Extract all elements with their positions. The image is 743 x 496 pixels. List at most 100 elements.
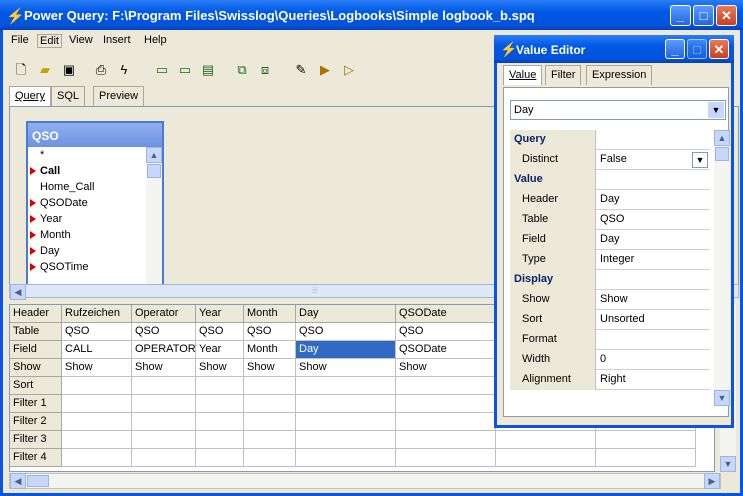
grid-cell[interactable] [396,413,496,431]
grid-cell[interactable] [296,413,396,431]
grid-cell[interactable]: Month [244,305,296,323]
grid-cell[interactable]: Year [196,341,244,359]
grid-cell[interactable] [62,377,132,395]
remove-field-icon[interactable]: ▷ [340,61,358,79]
grid-cell[interactable]: Rufzeichen [62,305,132,323]
grid-cell[interactable]: QSO [132,323,196,341]
minimize-button[interactable]: _ [665,39,685,59]
menu-help[interactable]: Help [144,34,167,46]
grid-cell[interactable] [196,395,244,413]
grid-horizontal-scrollbar[interactable]: ◀ ▶ [9,473,721,489]
grid-row-header[interactable]: Filter 2 [10,413,62,431]
grid-cell[interactable]: Month [244,341,296,359]
grid-cell[interactable]: QSODate [396,341,496,359]
add-field-icon[interactable]: ▶ [316,61,334,79]
property-value[interactable] [596,330,710,350]
run-icon[interactable]: ϟ [115,61,133,79]
grid-cell[interactable] [496,449,596,467]
property-scrollbar[interactable]: ▲ ▼ [714,130,730,406]
grid-cell[interactable]: Show [244,359,296,377]
property-value[interactable]: 0 [596,350,710,370]
grid-cell[interactable] [196,431,244,449]
grid-cell[interactable] [396,449,496,467]
tab-query[interactable]: Query [9,86,51,106]
grid-cell[interactable] [244,395,296,413]
scroll-thumb[interactable] [147,164,161,178]
field-item[interactable]: * [28,147,146,163]
close-button[interactable]: ✕ [716,5,737,26]
grid-cell[interactable] [244,377,296,395]
grid-row-header[interactable]: Sort [10,377,62,395]
remove-table-icon[interactable]: ▭ [176,61,194,79]
menu-edit[interactable]: Edit [37,34,62,48]
property-value[interactable]: Day [596,230,710,250]
grid-cell[interactable] [396,377,496,395]
table-box-qso[interactable]: QSO * Call Home_Call QSODate Year Month Day QSO… [26,121,164,291]
grid-cell[interactable] [396,395,496,413]
grid-cell[interactable] [62,395,132,413]
grid-cell[interactable]: Show [196,359,244,377]
print-icon[interactable]: ⎙ [92,61,110,79]
tab-filter[interactable]: Filter [545,65,582,85]
grid-cell[interactable]: Operator [132,305,196,323]
menu-insert[interactable]: Insert [103,34,131,46]
grid-cell[interactable] [296,377,396,395]
tab-value[interactable]: Value [503,65,543,85]
grid-cell[interactable]: OPERATOR [132,341,196,359]
grid-cell[interactable]: QSO [62,323,132,341]
grid-cell[interactable] [596,431,696,449]
grid-row-header[interactable]: Field [10,341,62,359]
grid-cell[interactable]: Day [296,305,396,323]
property-value[interactable]: Right [596,370,710,390]
grid-cell[interactable]: Year [196,305,244,323]
new-icon[interactable]: 🗋 [12,61,30,79]
grid-cell[interactable] [132,449,196,467]
grid-cell[interactable] [62,449,132,467]
delete-join-icon[interactable]: ⧈ [256,61,274,79]
save-icon[interactable]: ▣ [60,61,78,79]
field-item[interactable]: Year [28,211,146,227]
grid-cell[interactable]: QSO [196,323,244,341]
scroll-thumb[interactable] [715,147,729,161]
grid-cell[interactable]: QSO [244,323,296,341]
field-item[interactable]: Home_Call [28,179,146,195]
value-editor-title-bar[interactable]: ⚡ Value Editor _ □ ✕ [494,35,734,63]
grid-cell[interactable] [62,413,132,431]
field-list-scrollbar[interactable]: ▲ [146,147,162,289]
scroll-thumb[interactable] [27,475,49,487]
menu-file[interactable]: File [11,34,29,46]
menu-view[interactable]: View [69,34,93,46]
table-props-icon[interactable]: ▤ [199,61,217,79]
field-item[interactable]: Month [28,227,146,243]
maximize-button[interactable]: □ [693,5,714,26]
grid-cell[interactable] [196,413,244,431]
field-item[interactable]: Call [28,163,146,179]
open-icon[interactable]: ▰ [36,61,54,79]
grid-row-header[interactable]: Table [10,323,62,341]
grid-cell[interactable] [596,449,696,467]
field-item[interactable]: Day [28,243,146,259]
grid-cell[interactable]: Show [132,359,196,377]
grid-cell[interactable]: QSO [296,323,396,341]
scroll-down-icon[interactable]: ▼ [720,456,736,472]
chevron-down-icon[interactable]: ▼ [708,102,724,118]
grid-cell[interactable] [496,431,596,449]
grid-row-header[interactable]: Show [10,359,62,377]
grid-row-header[interactable]: Header [10,305,62,323]
join-icon[interactable]: ⧉ [233,61,251,79]
title-bar[interactable]: ⚡ Power Query: F:\Program Files\Swisslog… [0,0,743,30]
grid-cell[interactable] [396,431,496,449]
grid-cell[interactable] [132,377,196,395]
scroll-up-icon[interactable]: ▲ [714,130,730,146]
edit-icon[interactable]: ✎ [292,61,310,79]
grid-cell[interactable] [244,413,296,431]
grid-cell[interactable] [296,431,396,449]
scroll-up-icon[interactable]: ▲ [146,147,162,163]
field-item[interactable]: QSOTime [28,259,146,275]
grid-cell[interactable]: Day [296,341,396,359]
grid-cell[interactable]: Show [296,359,396,377]
scroll-right-icon[interactable]: ▶ [704,473,720,489]
tab-expression[interactable]: Expression [586,65,653,85]
property-value[interactable]: Integer [596,250,710,270]
property-value[interactable]: Unsorted [596,310,710,330]
